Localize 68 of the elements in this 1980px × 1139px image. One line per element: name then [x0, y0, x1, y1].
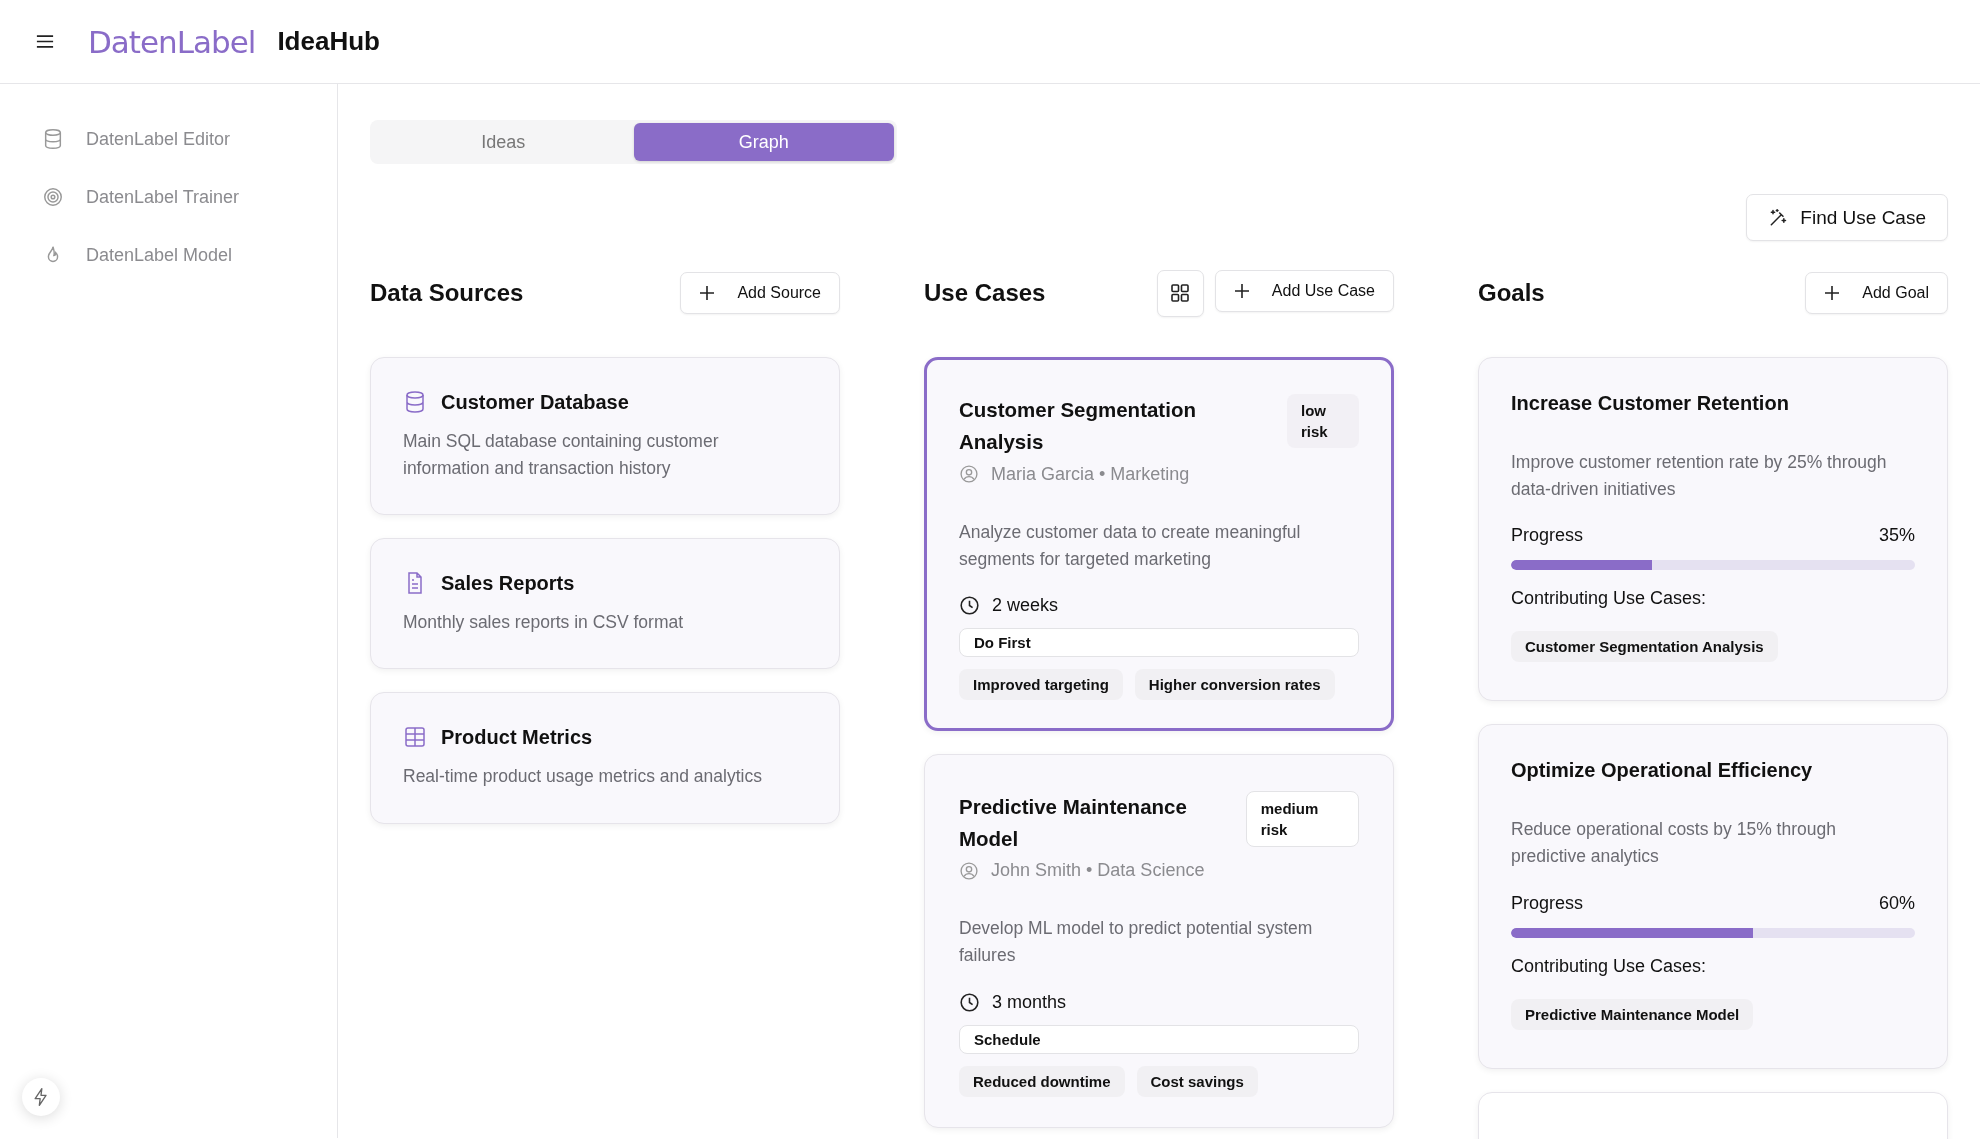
contributing-label: Contributing Use Cases:: [1511, 588, 1708, 610]
card-title: Sales Reports: [441, 571, 575, 595]
app-title: IdeaHub: [277, 26, 380, 57]
card-title: Product Metrics: [441, 725, 593, 749]
goal-card[interactable]: Increase Customer Retention Improve customer retention rate by 25% through data-driven initiatives Progress 35% Contributing Use Cases: Customer Segmentation Analysis: [1478, 357, 1948, 702]
card-title: Customer Database: [441, 390, 629, 414]
tab[interactable]: Ideas: [373, 123, 634, 161]
add-use-case-button[interactable]: Add Use Case: [1214, 269, 1394, 312]
clock-icon: [959, 594, 980, 616]
column-heading: Data Sources: [370, 279, 524, 307]
tab[interactable]: Graph: [633, 123, 894, 161]
grid-icon: [1170, 283, 1191, 303]
find-use-case-button[interactable]: Find Use Case: [1746, 194, 1948, 241]
data-source-card[interactable]: Customer Database Main SQL database containing customer information and transaction history: [370, 357, 840, 516]
progress-value: 60%: [1878, 892, 1915, 914]
risk-badge: low risk: [1287, 394, 1359, 448]
card-description: Improve customer retention rate by 25% through data-driven initiatives: [1511, 451, 1888, 502]
column-heading: Use Cases: [924, 279, 1046, 307]
database-icon: [403, 390, 427, 414]
target-icon: [42, 186, 64, 208]
brand-logo: DatenLabel: [88, 23, 256, 60]
grid-view-button[interactable]: [1156, 269, 1204, 317]
priority-tag: Do First: [959, 627, 1359, 657]
benefit-tag: Higher conversion rates: [1134, 668, 1335, 700]
priority-tag: Schedule: [959, 1024, 1359, 1054]
use-case-tag: Predictive Maintenance Model: [1511, 998, 1754, 1030]
card-description: Analyze customer data to create meaningful segments for targeted marketing: [959, 520, 1302, 571]
use-case-card[interactable]: Customer Segmentation Analysis low risk Maria Garcia • Marketing Analyze customer data to create meaningful segments for targeted marketing 2 weeks Do First Improved targeting Higher conversion rates: [924, 357, 1394, 731]
card-title: Predictive Maintenance Model: [959, 793, 1188, 852]
magic-wand-icon: [1768, 207, 1789, 228]
card-title: Customer Segmentation Analysis: [959, 397, 1197, 455]
contributing-label: Contributing Use Cases:: [1511, 955, 1708, 977]
progress-value: 35%: [1878, 525, 1915, 547]
plus-icon: [699, 285, 716, 301]
duration-text: 3 months: [992, 991, 1067, 1013]
database-icon: [42, 128, 64, 150]
user-icon: [959, 464, 979, 485]
card-description: Reduce operational costs by 15% through predictive analytics: [1511, 818, 1837, 869]
user-icon: [959, 860, 979, 881]
goal-card[interactable]: Optimize Operational Efficiency Reduce operational costs by 15% through predictive analytics Progress 60% Contributing Use Cases: Predictive Maintenance Model: [1478, 724, 1948, 1069]
benefit-tag: Reduced downtime: [959, 1065, 1125, 1097]
owner-text: Maria Garcia • Marketing: [991, 463, 1190, 485]
add-source-button[interactable]: Add Source: [680, 272, 840, 314]
use-case-card[interactable]: Predictive Maintenance Model medium risk John Smith • Data Science Develop ML model to predict potential system failures 3 months Schedule Reduced downtime Cost savings: [924, 753, 1394, 1128]
card-title: Increase Customer Retention: [1511, 392, 1790, 415]
progress-label: Progress: [1511, 892, 1584, 914]
card-description: Real-time product usage metrics and analytics: [403, 765, 763, 789]
card-description: Develop ML model to predict potential system failures: [959, 917, 1314, 968]
risk-badge: medium risk: [1245, 790, 1359, 847]
menu-icon[interactable]: [36, 35, 54, 48]
duration-text: 2 weeks: [992, 594, 1059, 616]
progress-label: Progress: [1511, 525, 1584, 547]
plus-icon: [1824, 285, 1841, 301]
data-source-card[interactable]: Product Metrics Real-time product usage metrics and analytics: [370, 692, 840, 824]
owner-text: John Smith • Data Science: [991, 860, 1205, 882]
benefit-tag: Improved targeting: [959, 668, 1123, 700]
card-description: Main SQL database containing customer information and transaction history: [403, 430, 720, 481]
card-title: Optimize Operational Efficiency: [1511, 759, 1814, 783]
bolt-button[interactable]: [22, 1078, 60, 1116]
plus-icon: [1233, 282, 1250, 299]
benefit-tag: Cost savings: [1136, 1065, 1258, 1097]
column-heading: Goals: [1478, 279, 1545, 307]
table-icon: [403, 725, 427, 750]
card-description: Monthly sales reports in CSV format: [403, 611, 685, 635]
add-goal-button[interactable]: Add Goal: [1805, 272, 1948, 314]
use-case-tag: Customer Segmentation Analysis: [1511, 631, 1778, 663]
clock-icon: [959, 991, 980, 1013]
data-source-card[interactable]: Sales Reports Monthly sales reports in CSV format: [370, 538, 840, 670]
